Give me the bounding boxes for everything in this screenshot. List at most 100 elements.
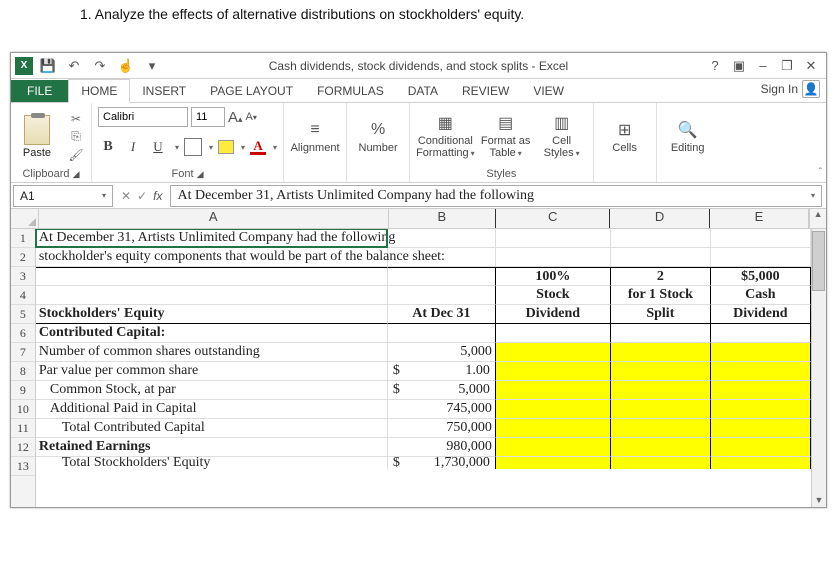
cell-C4[interactable]: Stock [496,286,611,305]
touch-mode-icon[interactable]: ☝ [115,55,137,77]
cell-C7[interactable] [496,343,611,362]
ribbon-options-icon[interactable]: ▣ [730,58,748,74]
restore-icon[interactable]: ❐ [778,58,796,74]
cell-E10[interactable] [711,400,811,419]
cell-E4[interactable]: Cash [711,286,811,305]
tab-review[interactable]: REVIEW [450,80,521,102]
cell-B6[interactable] [388,324,496,343]
cell-B4[interactable] [388,286,496,305]
close-icon[interactable]: ✕ [802,58,820,74]
cell-D5[interactable]: Split [611,305,711,324]
expand-formula-icon[interactable]: ▾ [811,191,815,200]
format-painter-icon[interactable]: 🖌 [67,147,85,163]
cell-D3[interactable]: 2 [611,267,711,286]
cell-B3[interactable] [388,267,496,286]
redo-icon[interactable]: ↷ [89,55,111,77]
cell-B12[interactable]: 980,000 [388,438,496,457]
number-button[interactable]: % Number [353,120,403,154]
cell-D4[interactable]: for 1 Stock [611,286,711,305]
format-as-table-button[interactable]: ▤ Format asTable▾ [481,113,531,160]
select-all-button[interactable] [11,209,39,228]
tab-data[interactable]: DATA [396,80,450,102]
row-header-9[interactable]: 9 [11,381,35,400]
sign-in[interactable]: Sign In 👤 [755,76,826,102]
underline-button[interactable]: U [148,137,168,157]
cell-A10[interactable]: Additional Paid in Capital [36,400,388,419]
editing-button[interactable]: 🔍 Editing [663,120,713,154]
cell-D1[interactable] [611,229,711,248]
italic-button[interactable]: I [123,137,143,157]
bold-button[interactable]: B [98,137,118,157]
row-header-7[interactable]: 7 [11,343,35,362]
save-icon[interactable]: 💾 [37,55,59,77]
cell-B8[interactable]: $1.00 [388,362,496,381]
cell-A13[interactable]: Total Stockholders' Equity [36,457,388,469]
row-header-11[interactable]: 11 [11,419,35,438]
row-header-4[interactable]: 4 [11,286,35,305]
col-header-D[interactable]: D [610,209,709,228]
borders-button[interactable] [184,138,202,156]
cell-B13[interactable]: $1,730,000 [388,457,496,469]
collapse-ribbon-icon[interactable]: ˆ [819,167,822,178]
cell-styles-button[interactable]: ▥ CellStyles▾ [537,113,587,160]
cell-A8[interactable]: Par value per common share [36,362,388,381]
tab-file[interactable]: FILE [11,80,68,102]
vertical-scrollbar[interactable]: ▼ [811,229,826,507]
cell-D7[interactable] [611,343,711,362]
row-header-5[interactable]: 5 [11,305,35,324]
cell-A1[interactable]: At December 31, Artists Unlimited Compan… [36,229,388,248]
shrink-font-icon[interactable]: A▾ [246,111,257,123]
col-header-B[interactable]: B [389,209,496,228]
cell-C12[interactable] [496,438,611,457]
cell-D12[interactable] [611,438,711,457]
row-header-2[interactable]: 2 [11,248,35,267]
cell-E12[interactable] [711,438,811,457]
cancel-formula-icon[interactable]: ✕ [121,189,131,203]
cell-C8[interactable] [496,362,611,381]
row-header-8[interactable]: 8 [11,362,35,381]
cell-C13[interactable] [496,457,611,469]
cell-E5[interactable]: Dividend [711,305,811,324]
cells-button[interactable]: ⊞ Cells [600,120,650,154]
cell-B5[interactable]: At Dec 31 [388,305,496,324]
cell-C11[interactable] [496,419,611,438]
cut-icon[interactable]: ✂ [67,111,85,127]
row-header-6[interactable]: 6 [11,324,35,343]
undo-icon[interactable]: ↶ [63,55,85,77]
cell-E8[interactable] [711,362,811,381]
cell-A7[interactable]: Number of common shares outstanding [36,343,388,362]
cell-C5[interactable]: Dividend [496,305,611,324]
cell-C3[interactable]: 100% [496,267,611,286]
cell-B10[interactable]: 745,000 [388,400,496,419]
scroll-down-icon[interactable]: ▼ [814,495,823,505]
cell-D6[interactable] [611,324,711,343]
cell-B11[interactable]: 750,000 [388,419,496,438]
cell-A2[interactable]: stockholder's equity components that wou… [36,248,388,267]
cell-D2[interactable] [611,248,711,267]
name-box[interactable]: A1 ▾ [13,185,113,207]
cell-D10[interactable] [611,400,711,419]
grow-font-icon[interactable]: A▴ [228,109,243,126]
formula-input[interactable]: At December 31, Artists Unlimited Compan… [170,185,822,207]
col-header-E[interactable]: E [710,209,809,228]
cell-E3[interactable]: $5,000 [711,267,811,286]
tab-formulas[interactable]: FORMULAS [305,80,396,102]
cell-E11[interactable] [711,419,811,438]
cell-A11[interactable]: Total Contributed Capital [36,419,388,438]
row-header-12[interactable]: 12 [11,438,35,457]
minimize-icon[interactable]: – [754,58,772,73]
tab-home[interactable]: HOME [68,79,130,103]
conditional-formatting-button[interactable]: ▦ ConditionalFormatting▾ [416,113,475,160]
cell-B1[interactable] [388,229,496,248]
fill-color-button[interactable] [218,140,234,154]
tab-page-layout[interactable]: PAGE LAYOUT [198,80,305,102]
cell-C10[interactable] [496,400,611,419]
cell-A9[interactable]: Common Stock, at par [36,381,388,400]
tab-view[interactable]: VIEW [521,80,576,102]
qat-customize-icon[interactable]: ▾ [141,55,163,77]
cell-B7[interactable]: 5,000 [388,343,496,362]
cell-A6[interactable]: Contributed Capital: [36,324,388,343]
cell-E13[interactable] [711,457,811,469]
cell-C1[interactable] [496,229,611,248]
col-header-A[interactable]: A [39,209,389,228]
